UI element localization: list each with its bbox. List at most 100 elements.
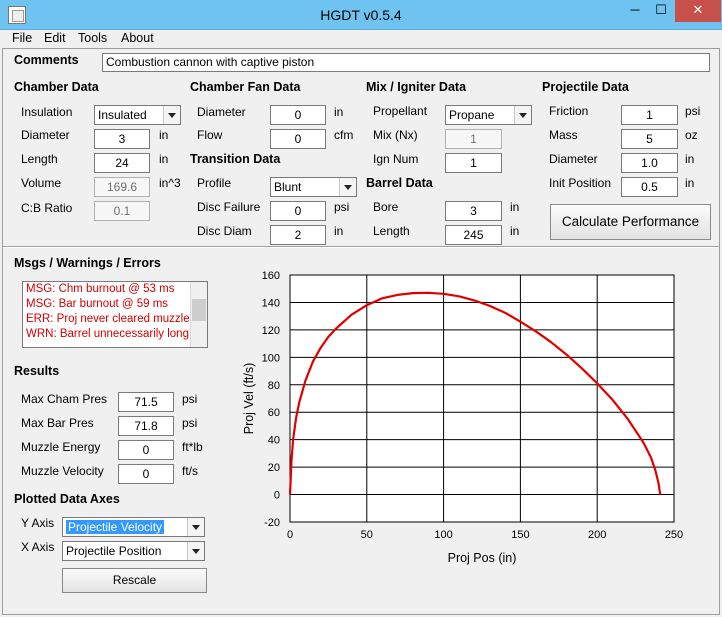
init-position-unit: in: [685, 176, 695, 190]
bore-input[interactable]: 3: [445, 201, 502, 221]
chamber-title: Chamber Data: [14, 80, 99, 94]
proj-diameter-input[interactable]: 1.0: [621, 153, 678, 173]
volume-unit: in^3: [159, 176, 181, 190]
chamber-diameter-input[interactable]: 3: [94, 129, 150, 149]
y-tick-label: 60: [268, 407, 280, 419]
init-position-input[interactable]: 0.5: [621, 177, 678, 197]
disc-diam-unit: in: [334, 224, 344, 238]
profile-select[interactable]: Blunt: [270, 177, 357, 197]
messages-list[interactable]: MSG: Chm burnout @ 53 ms MSG: Bar burnou…: [22, 281, 208, 348]
list-item: ERR: Proj never cleared muzzle: [26, 313, 190, 325]
bore-unit: in: [510, 200, 520, 214]
chevron-down-icon[interactable]: [514, 106, 531, 124]
maximize-icon[interactable]: ☐: [648, 0, 674, 22]
x-axis-label: X Axis: [21, 540, 55, 554]
chamber-diameter-unit: in: [159, 128, 169, 142]
disc-failure-label: Disc Failure: [197, 200, 261, 214]
x-axis-select[interactable]: Projectile Position: [62, 541, 205, 561]
menu-file[interactable]: File: [12, 31, 32, 45]
propellant-label: Propellant: [373, 104, 428, 118]
calculate-performance-button[interactable]: Calculate Performance: [550, 204, 711, 240]
y-axis-value: Projectile Velocity: [66, 520, 165, 534]
disc-failure-input[interactable]: 0: [270, 201, 326, 221]
y-axis-title: Proj Vel (ft/s): [242, 363, 256, 435]
mass-input[interactable]: 5: [621, 129, 678, 149]
y-tick-label: 160: [262, 270, 280, 282]
y-tick-label: -20: [264, 517, 280, 529]
max-bar-unit: psi: [182, 416, 198, 430]
max-cham-unit: psi: [182, 392, 198, 406]
x-tick-label: 200: [588, 529, 606, 541]
ign-num-input[interactable]: 1: [445, 153, 502, 173]
barrel-length-label: Length: [373, 224, 410, 238]
chamber-length-input[interactable]: 24: [94, 153, 150, 173]
max-cham-label: Max Cham Pres: [21, 392, 108, 406]
barrel-length-input[interactable]: 245: [445, 225, 502, 245]
scrollbar-thumb[interactable]: [192, 299, 206, 321]
max-bar-output: 71.8: [118, 416, 174, 436]
fan-flow-input[interactable]: 0: [270, 129, 326, 149]
mass-label: Mass: [549, 128, 578, 142]
list-item: MSG: Bar burnout @ 59 ms: [26, 298, 169, 310]
volume-output: 169.6: [94, 177, 150, 197]
minimize-icon[interactable]: ─: [622, 0, 648, 22]
max-bar-label: Max Bar Pres: [21, 416, 94, 430]
y-axis-select[interactable]: Projectile Velocity: [62, 517, 205, 537]
mix-title: Mix / Igniter Data: [366, 80, 467, 94]
fan-diameter-unit: in: [334, 105, 344, 119]
x-tick-label: 100: [434, 529, 452, 541]
muzzle-velocity-label: Muzzle Velocity: [21, 464, 104, 478]
insulation-label: Insulation: [21, 105, 73, 119]
friction-unit: psi: [685, 104, 701, 118]
results-title: Results: [14, 364, 60, 378]
y-tick-label: 20: [268, 462, 280, 474]
close-icon[interactable]: ✕: [675, 0, 721, 22]
muzzle-energy-label: Muzzle Energy: [21, 440, 101, 454]
fan-diameter-input[interactable]: 0: [270, 105, 326, 125]
disc-diam-input[interactable]: 2: [270, 225, 326, 245]
mass-unit: oz: [685, 128, 698, 142]
messages-scrollbar[interactable]: [190, 282, 207, 347]
chevron-down-icon[interactable]: [187, 518, 204, 536]
fan-flow-unit: cfm: [334, 128, 354, 142]
proj-diameter-label: Diameter: [549, 152, 598, 166]
fan-flow-label: Flow: [197, 128, 223, 142]
fan-title: Chamber Fan Data: [190, 80, 301, 94]
chamber-diameter-label: Diameter: [21, 128, 70, 142]
menu-about[interactable]: About: [121, 31, 154, 45]
main-panel: Comments Combustion cannon with captive …: [2, 48, 720, 615]
chevron-down-icon[interactable]: [187, 542, 204, 560]
x-axis-value: Projectile Position: [66, 544, 162, 558]
menu-tools[interactable]: Tools: [78, 31, 107, 45]
comments-input[interactable]: Combustion cannon with captive piston: [102, 53, 710, 72]
mix-label: Mix (Nx): [373, 128, 418, 142]
chevron-down-icon[interactable]: [339, 178, 356, 196]
x-tick-label: 250: [665, 529, 683, 541]
proj-diameter-unit: in: [685, 152, 695, 166]
chevron-down-icon[interactable]: [163, 106, 180, 124]
plot-area: [289, 274, 675, 523]
messages-title: Msgs / Warnings / Errors: [14, 256, 161, 270]
x-tick-label: 150: [511, 529, 529, 541]
axes-title: Plotted Data Axes: [14, 492, 120, 506]
y-tick-label: 100: [262, 352, 280, 364]
propellant-value: Propane: [449, 108, 495, 122]
muzzle-energy-output: 0: [118, 440, 174, 460]
chamber-length-unit: in: [159, 152, 169, 166]
disc-diam-label: Disc Diam: [197, 224, 252, 238]
max-cham-output: 71.5: [118, 392, 174, 412]
y-tick-label: 40: [268, 435, 280, 447]
cb-ratio-output: 0.1: [94, 201, 150, 221]
y-tick-label: 0: [274, 490, 280, 502]
y-axis-label: Y Axis: [21, 516, 55, 530]
volume-label: Volume: [21, 176, 62, 190]
rescale-button[interactable]: Rescale: [62, 568, 207, 593]
menu-bar: File Edit Tools About: [0, 30, 722, 48]
section-divider: [3, 246, 719, 248]
propellant-select[interactable]: Propane: [445, 105, 532, 125]
chamber-length-label: Length: [21, 152, 58, 166]
friction-label: Friction: [549, 104, 589, 118]
insulation-select[interactable]: Insulated: [94, 105, 181, 125]
friction-input[interactable]: 1: [621, 105, 678, 125]
menu-edit[interactable]: Edit: [44, 31, 66, 45]
